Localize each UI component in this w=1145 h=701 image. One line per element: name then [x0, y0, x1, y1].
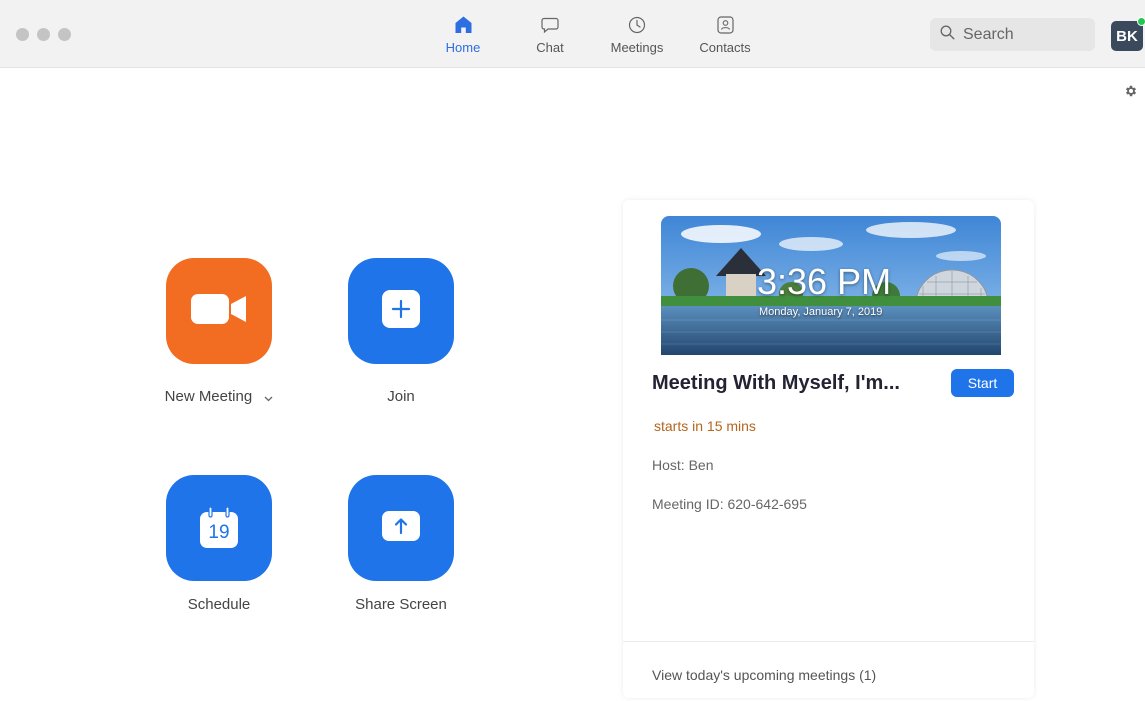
tab-home[interactable]: Home: [420, 14, 506, 55]
new-meeting-button[interactable]: [166, 258, 272, 364]
meeting-title: Meeting With Myself, I'm...: [652, 372, 900, 394]
search-input[interactable]: [963, 25, 1083, 44]
upload-arrow-icon: [382, 510, 420, 546]
meeting-id: Meeting ID: 620-642-695: [652, 496, 807, 512]
window-controls[interactable]: [16, 28, 71, 41]
online-status-dot: [1137, 17, 1145, 26]
card-divider: [623, 641, 1034, 642]
meeting-host: Host: Ben: [652, 457, 714, 473]
start-meeting-button[interactable]: Start: [951, 369, 1014, 397]
avatar-initials: BK: [1116, 27, 1138, 45]
schedule-label: Schedule: [187, 596, 251, 613]
calendar-day: 19: [208, 522, 230, 543]
home-icon: [455, 14, 472, 36]
video-camera-icon: [191, 292, 247, 331]
banner-date: Monday, January 7, 2019: [759, 306, 883, 318]
tab-meetings-label: Meetings: [610, 40, 664, 55]
banner-time: 3:36 PM: [757, 261, 892, 302]
minimize-window-button[interactable]: [37, 28, 50, 41]
tab-contacts-label: Contacts: [699, 40, 751, 55]
clock-icon: [628, 14, 646, 36]
tab-chat-label: Chat: [536, 40, 564, 55]
gear-icon[interactable]: [1124, 84, 1138, 103]
title-bar: Home Chat Meetings Contacts BK: [0, 0, 1145, 68]
starts-in-status: starts in 15 mins: [654, 418, 756, 434]
tab-chat[interactable]: Chat: [506, 14, 594, 55]
chat-icon: [541, 14, 559, 36]
main-nav: Home Chat Meetings Contacts: [420, 14, 770, 55]
share-screen-button[interactable]: [348, 475, 454, 581]
avatar[interactable]: BK: [1111, 17, 1145, 51]
search-box[interactable]: [930, 18, 1095, 51]
calendar-icon: 19: [199, 507, 239, 549]
tab-contacts[interactable]: Contacts: [680, 14, 770, 55]
maximize-window-button[interactable]: [58, 28, 71, 41]
new-meeting-label-wrap[interactable]: New Meeting: [139, 388, 299, 406]
schedule-button[interactable]: 19: [166, 475, 272, 581]
join-button[interactable]: [348, 258, 454, 364]
close-window-button[interactable]: [16, 28, 29, 41]
upcoming-meetings-link[interactable]: View today's upcoming meetings (1): [652, 667, 876, 683]
tab-meetings[interactable]: Meetings: [594, 14, 680, 55]
new-meeting-label: New Meeting: [164, 388, 253, 405]
join-label: Join: [387, 388, 415, 405]
search-icon: [940, 25, 955, 45]
upcoming-meeting-card: 3:36 PM Monday, January 7, 2019 Meeting …: [623, 200, 1034, 698]
contacts-icon: [716, 14, 734, 36]
chevron-down-icon[interactable]: [264, 389, 273, 406]
share-screen-label: Share Screen: [355, 596, 447, 613]
plus-icon: [382, 289, 420, 333]
tab-home-label: Home: [445, 40, 481, 55]
banner-image: 3:36 PM Monday, January 7, 2019: [661, 216, 1001, 355]
